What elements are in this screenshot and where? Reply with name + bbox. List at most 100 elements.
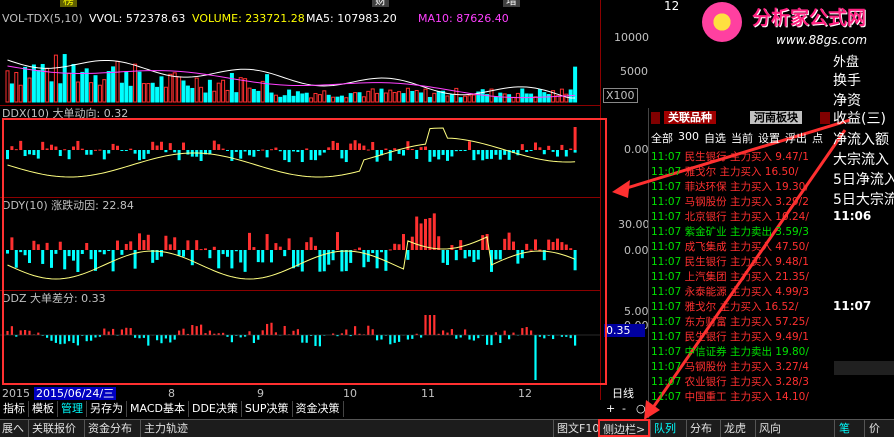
flow-item-name: 民生银行 — [684, 151, 730, 163]
side-filter-item[interactable]: 点 — [812, 130, 823, 145]
flow-list-item[interactable]: 11:07 中信证券 主力卖出 19.80/ — [651, 345, 831, 359]
flow-list-item[interactable]: 11:07 北京银行 主力买入 10.24/ — [651, 210, 831, 224]
volume-bar — [247, 87, 252, 103]
volume-bar — [401, 93, 406, 103]
flow-item-name: 马钢股份 — [684, 196, 730, 208]
volume-bar — [537, 88, 542, 103]
bottom-tick[interactable]: 笔 — [834, 420, 850, 437]
flow-item-dir: 主力买入 — [719, 166, 765, 178]
flow-list-item[interactable]: 11:07 成飞集成 主力买入 47.50/ — [651, 240, 831, 254]
flow-item-time: 11:07 — [651, 361, 685, 373]
bottom-main-track[interactable]: 主力轨迹 — [140, 420, 188, 437]
zoom-in-button[interactable]: + — [606, 402, 615, 415]
volume-bar — [357, 92, 362, 103]
volume-bar — [493, 96, 498, 103]
toolbar-button[interactable]: 指标 — [0, 401, 29, 417]
toolbar-button[interactable]: 管理 — [58, 401, 87, 417]
bottom-price[interactable]: 价 — [864, 420, 880, 437]
flow-list-item[interactable]: 11:07 民生银行 主力买入 9.49/1 — [651, 330, 831, 344]
zoom-reset-button[interactable]: ○ — [636, 402, 646, 415]
toolbar-button[interactable]: MACD基本 — [127, 401, 189, 417]
flow-item-time: 11:07 — [651, 151, 685, 163]
volume-bar — [177, 76, 182, 103]
flow-item-time: 11:07 — [651, 241, 685, 253]
bottom-related-quotes[interactable]: 关联报价 — [28, 420, 76, 437]
side-filter-item[interactable]: 自选 — [704, 130, 726, 145]
toolbar-button[interactable]: 模板 — [29, 401, 58, 417]
logo-flower-icon — [702, 2, 742, 42]
toolbar-button[interactable]: SUP决策 — [242, 401, 293, 417]
volume-bar — [93, 75, 98, 103]
info-time-2: 11:07 — [833, 299, 872, 313]
flow-list-item[interactable]: 11:07 马钢股份 主力买入 3.27/4 — [651, 360, 831, 374]
flow-list-item[interactable]: 11:07 农业银行 主力买入 3.28/3 — [651, 375, 831, 389]
volume-bar — [212, 90, 217, 103]
flow-list-item[interactable]: 11:07 中国重工 主力买入 14.10/ — [651, 390, 831, 404]
flow-item-name: 农业银行 — [684, 376, 730, 388]
side-filter-item[interactable]: 浮出 — [785, 130, 807, 145]
bottom-bar: 展へ 关联报价 资金分布 主力轨迹 图文F10 侧边栏> 队列 分布 龙虎 风向… — [0, 419, 894, 437]
volume-bar — [18, 84, 23, 103]
bottom-distribution[interactable]: 分布 — [686, 420, 712, 437]
flow-item-name: 永泰能源 — [684, 286, 730, 298]
flow-list-item[interactable]: 11:07 雅戈尔 主力买入 16.50/ — [651, 165, 831, 179]
side-tab-henan[interactable]: 河南板块 — [750, 111, 802, 124]
volume-bar — [36, 70, 41, 103]
volume-bar — [221, 79, 226, 103]
toolbar-button[interactable]: 另存为 — [87, 401, 127, 417]
side-filter-item[interactable]: 300 — [678, 130, 699, 144]
bottom-expand[interactable]: 展へ — [2, 420, 24, 437]
volume-bar — [172, 72, 177, 103]
bottom-queue[interactable]: 队列 — [650, 420, 676, 437]
side-tab-related[interactable]: 关联品种 — [664, 111, 716, 124]
volume-bar — [348, 93, 353, 103]
info-net-inflow: 净流入额 — [833, 132, 889, 148]
flow-list-item[interactable]: 11:07 紫金矿业 主力卖出 3.59/3 — [651, 225, 831, 239]
volume-bar — [445, 95, 450, 103]
side-filter-item[interactable]: 当前 — [731, 130, 753, 145]
flow-item-name: 雅戈尔 — [684, 166, 720, 178]
side-scrollbar[interactable] — [834, 361, 894, 375]
flow-list-item[interactable]: 11:07 雅戈尔 主力买入 16.52/ — [651, 300, 831, 314]
indicator-toolbar: 指标 模板 管理 另存为 MACD基本 DDE决策 SUP决策 资金决策 — [0, 401, 440, 417]
flow-list-item[interactable]: 11:07 民生银行 主力买入 9.47/1 — [651, 150, 831, 164]
sidebar-toggle-button[interactable]: 侧边栏> — [598, 419, 651, 437]
side-filter-item[interactable]: 全部 — [651, 130, 673, 145]
flow-item-val: 19.80/ — [775, 346, 809, 358]
side-filter-item[interactable]: 设置 — [758, 130, 780, 145]
date-tick-8: 8 — [168, 387, 175, 400]
bottom-f10[interactable]: 图文F10 — [553, 420, 599, 437]
toolbar-button[interactable]: 资金决策 — [293, 401, 344, 417]
flow-item-val: 3.27/4 — [775, 361, 809, 373]
volume-bar — [89, 82, 94, 103]
flow-item-val: 9.48/1 — [775, 256, 809, 268]
flow-item-dir: 主力买入 — [729, 181, 776, 193]
side-panel-nav-right[interactable] — [820, 112, 830, 124]
volume-bar — [388, 89, 393, 103]
bottom-fund-distribution[interactable]: 资金分布 — [84, 420, 132, 437]
volume-bar — [454, 87, 459, 103]
flow-list-item[interactable]: 11:07 菲达环保 主力买入 19.30/ — [651, 180, 831, 194]
flow-item-time: 11:07 — [651, 226, 685, 238]
bottom-wind[interactable]: 风向 — [755, 420, 781, 437]
volume-bar — [498, 92, 503, 103]
vol-axis-5000: 5000 — [620, 65, 648, 78]
volume-bar — [106, 71, 111, 103]
flow-item-time: 11:07 — [651, 196, 685, 208]
volume-bar — [58, 83, 63, 103]
volume-bar — [251, 88, 256, 103]
flow-list-item[interactable]: 11:07 永泰能源 主力买入 4.99/3 — [651, 285, 831, 299]
volume-bar — [23, 66, 28, 103]
period-label[interactable]: 日线 — [612, 387, 634, 400]
volume-bar — [9, 83, 14, 103]
zoom-out-button[interactable]: - — [622, 402, 626, 415]
flow-item-dir: 主力买入 — [729, 331, 776, 343]
side-panel-nav-left[interactable] — [651, 112, 660, 124]
flow-list-item[interactable]: 11:07 东方财富 主力买入 57.25/ — [651, 315, 831, 329]
flow-item-dir: 主力买入 — [729, 271, 776, 283]
bottom-dragon-tiger[interactable]: 龙虎 — [720, 420, 746, 437]
flow-list-item[interactable]: 11:07 民生银行 主力买入 9.48/1 — [651, 255, 831, 269]
flow-list-item[interactable]: 11:07 上汽集团 主力买入 21.35/ — [651, 270, 831, 284]
toolbar-button[interactable]: DDE决策 — [189, 401, 242, 417]
flow-list-item[interactable]: 11:07 马钢股份 主力买入 3.29/2 — [651, 195, 831, 209]
